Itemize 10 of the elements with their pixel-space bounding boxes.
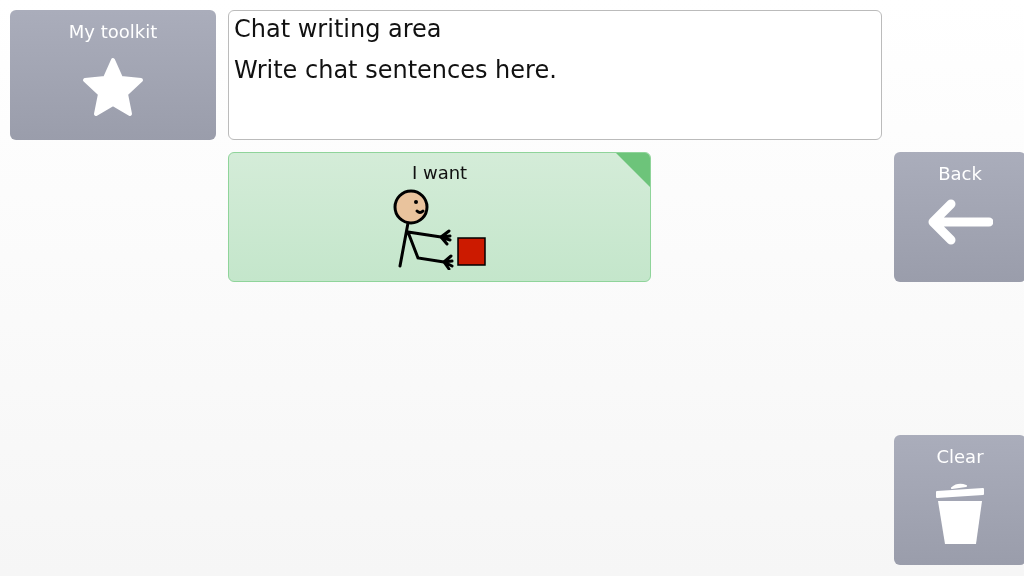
back-button[interactable]: Back: [894, 152, 1024, 282]
back-arrow-icon: [927, 199, 993, 245]
star-icon: [81, 57, 145, 117]
chat-area[interactable]: Chat writing area Write chat sentences here.: [228, 10, 882, 140]
symbol-cell[interactable]: I want: [228, 152, 651, 282]
trash-icon: [934, 482, 986, 546]
toolkit-button[interactable]: My toolkit: [10, 10, 216, 140]
clear-button[interactable]: Clear: [894, 435, 1024, 565]
chat-area-title: Chat writing area: [234, 15, 443, 44]
chat-input-field[interactable]: Write chat sentences here.: [234, 51, 876, 88]
